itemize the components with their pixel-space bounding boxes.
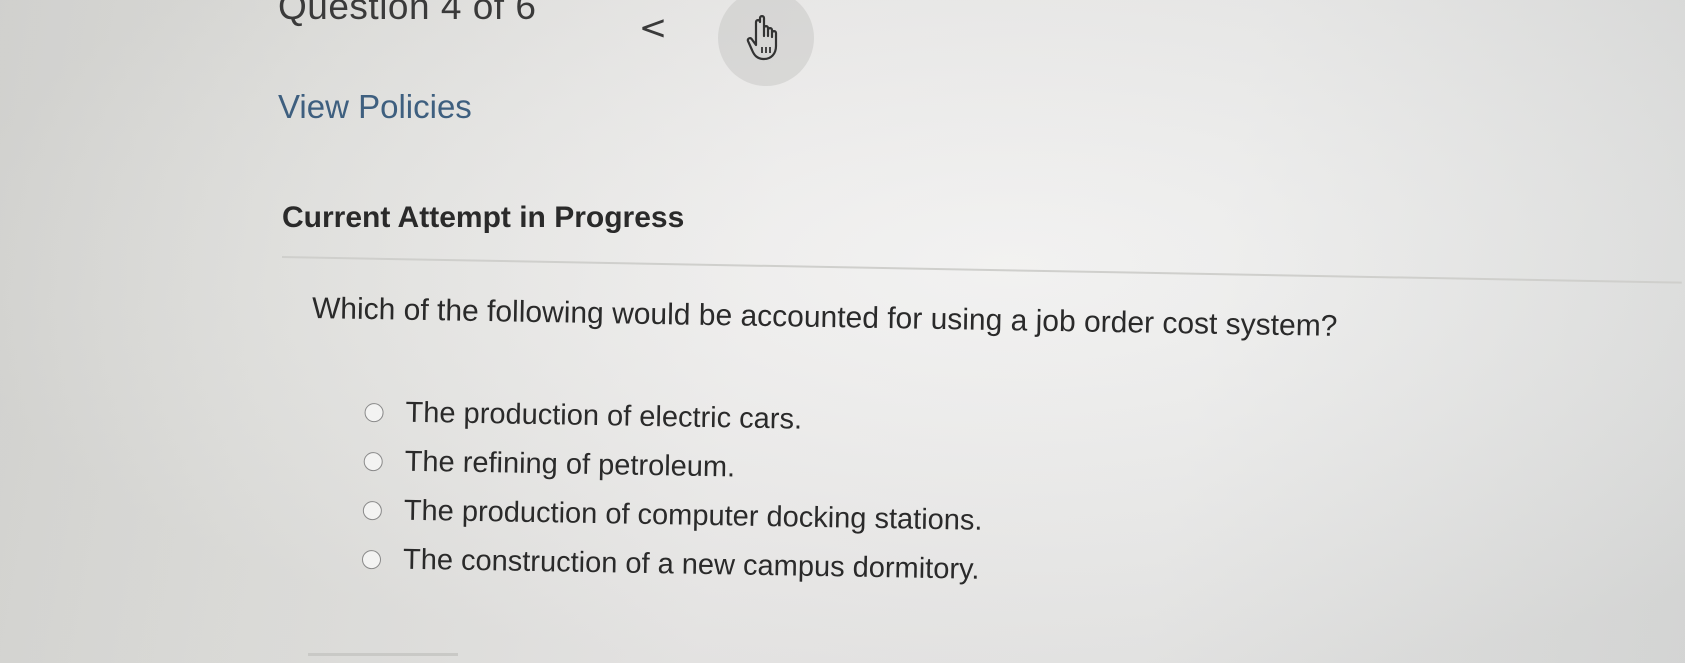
radio-button[interactable] xyxy=(364,402,384,423)
radio-button[interactable] xyxy=(361,549,382,570)
question-text: Which of the following would be accounte… xyxy=(311,292,1338,343)
hand-pointer-icon xyxy=(718,0,814,86)
radio-button[interactable] xyxy=(362,500,383,521)
answer-option-label: The production of electric cars. xyxy=(405,396,803,436)
answer-option-label: The refining of petroleum. xyxy=(404,445,736,484)
hand-pointer-glyph xyxy=(746,15,778,61)
answer-option-label: The construction of a new campus dormito… xyxy=(402,543,980,586)
answer-options: The production of electric cars. The ref… xyxy=(361,388,985,595)
radio-button[interactable] xyxy=(363,451,383,472)
answer-option-4[interactable]: The construction of a new campus dormito… xyxy=(361,535,982,595)
bottom-divider xyxy=(308,653,458,656)
section-divider xyxy=(281,256,1682,284)
question-counter: Question 4 of 6 xyxy=(278,0,537,27)
answer-option-label: The production of computer docking stati… xyxy=(403,494,983,537)
view-policies-link[interactable]: View Policies xyxy=(278,88,472,126)
previous-question-button[interactable]: < xyxy=(638,8,668,48)
attempt-status-heading: Current Attempt in Progress xyxy=(282,201,685,234)
